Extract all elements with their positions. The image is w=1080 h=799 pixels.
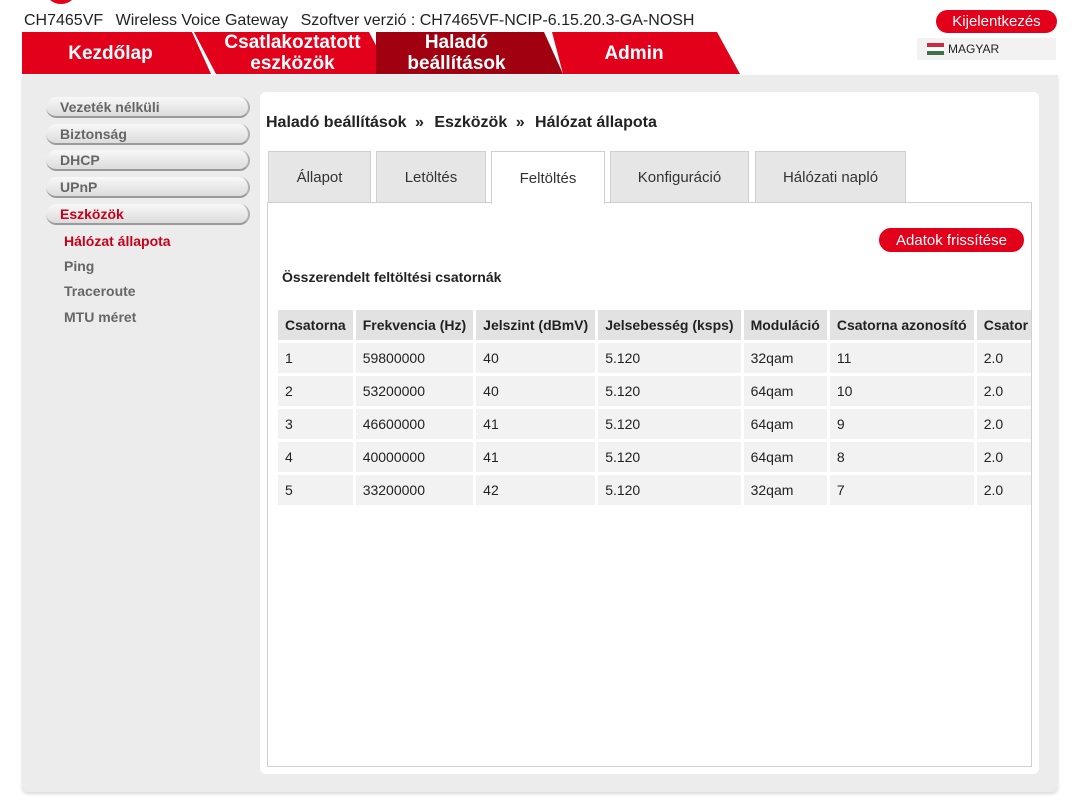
- table-cell: 5.120: [598, 442, 741, 472]
- table-header-row: Csatorna Frekvencia (Hz) Jelszint (dBmV)…: [278, 310, 1031, 340]
- sidebar-sub-mtu-size[interactable]: MTU méret: [64, 309, 136, 325]
- table-cell: 41: [476, 442, 596, 472]
- sidebar-item-security[interactable]: Biztonság: [46, 124, 250, 145]
- language-label: MAGYAR: [948, 42, 1000, 56]
- table-cell: 1: [278, 343, 353, 373]
- sidebar-sub-network-status[interactable]: Hálózat állapota: [64, 233, 171, 249]
- table-cell: 2: [278, 376, 353, 406]
- breadcrumb-advanced[interactable]: Haladó beállítások: [266, 114, 407, 131]
- table-cell: 40000000: [355, 442, 474, 472]
- table-cell: 42: [476, 475, 596, 505]
- table-cell: 7: [829, 475, 974, 505]
- table-cell: 2.0: [976, 475, 1031, 505]
- tab-download[interactable]: Letöltés: [376, 151, 486, 203]
- tab-upload[interactable]: Feltöltés: [491, 151, 605, 204]
- tab-status[interactable]: Állapot: [268, 151, 371, 203]
- sidebar-item-dhcp[interactable]: DHCP: [46, 150, 250, 171]
- table-cell: 5.120: [598, 409, 741, 439]
- tab-configuration[interactable]: Konfiguráció: [610, 151, 749, 203]
- sidebar-item-tools[interactable]: Eszközök: [46, 204, 250, 225]
- table-row: 2 53200000 40 5.120 64qam 10 2.0: [278, 376, 1031, 406]
- table-cell: 9: [829, 409, 974, 439]
- table-cell: 2.0: [976, 442, 1031, 472]
- sidebar-sub-traceroute[interactable]: Traceroute: [64, 283, 136, 299]
- table-cell: 5.120: [598, 376, 741, 406]
- table-cell: 5.120: [598, 343, 741, 373]
- col-channel: Csatorna: [278, 310, 353, 340]
- table-cell: 46600000: [355, 409, 474, 439]
- breadcrumb-current: Hálózat állapota: [535, 114, 657, 131]
- sidebar-sub-ping[interactable]: Ping: [64, 258, 94, 274]
- table-cell: 64qam: [743, 409, 827, 439]
- tab-network-log[interactable]: Hálózati napló: [755, 151, 906, 203]
- breadcrumb-tools[interactable]: Eszközök: [434, 114, 507, 131]
- table-cell: 10: [829, 376, 974, 406]
- col-modulation: Moduláció: [743, 310, 827, 340]
- col-frequency: Frekvencia (Hz): [355, 310, 474, 340]
- breadcrumb-separator: »: [515, 114, 525, 131]
- nav-admin[interactable]: Admin: [552, 32, 740, 74]
- col-power-level: Jelszint (dBmV): [476, 310, 596, 340]
- table-cell: 5.120: [598, 475, 741, 505]
- upload-panel: Adatok frissítése Összerendelt feltöltés…: [267, 202, 1032, 767]
- nav-advanced-settings[interactable]: Haladó beállítások: [376, 32, 563, 74]
- nav-home[interactable]: Kezdőlap: [22, 32, 211, 74]
- language-selector[interactable]: MAGYAR: [917, 38, 1056, 60]
- nav-connected-devices[interactable]: Csatlakoztatott eszközök: [194, 32, 391, 74]
- table-cell: 5: [278, 475, 353, 505]
- table-row: 4 40000000 41 5.120 64qam 8 2.0: [278, 442, 1031, 472]
- table-row: 1 59800000 40 5.120 32qam 11 2.0: [278, 343, 1031, 373]
- hungary-flag-icon: [927, 43, 944, 55]
- table-cell: 32qam: [743, 475, 827, 505]
- sidebar-item-upnp[interactable]: UPnP: [46, 177, 250, 198]
- table-cell: 2.0: [976, 343, 1031, 373]
- table-cell: 3: [278, 409, 353, 439]
- table-cell: 2.0: [976, 376, 1031, 406]
- table-cell: 8: [829, 442, 974, 472]
- section-title: Összerendelt feltöltési csatornák: [282, 269, 502, 285]
- table-row: 5 33200000 42 5.120 32qam 7 2.0: [278, 475, 1031, 505]
- table-cell: 64qam: [743, 442, 827, 472]
- table-cell: 33200000: [355, 475, 474, 505]
- model-name: CH7465VF: [24, 12, 104, 29]
- table-cell: 64qam: [743, 376, 827, 406]
- breadcrumb-separator: »: [414, 114, 424, 131]
- table-cell: 41: [476, 409, 596, 439]
- sidebar-item-wireless[interactable]: Vezeték nélküli: [46, 97, 250, 118]
- table-cell: 4: [278, 442, 353, 472]
- breadcrumb: Haladó beállítások » Eszközök » Hálózat …: [266, 114, 657, 132]
- table-cell: 2.0: [976, 409, 1031, 439]
- table-cell: 40: [476, 376, 596, 406]
- table-row: 3 46600000 41 5.120 64qam 9 2.0: [278, 409, 1031, 439]
- col-channel-type: Csator: [976, 310, 1031, 340]
- table-cell: 11: [829, 343, 974, 373]
- table-cell: 59800000: [355, 343, 474, 373]
- col-symbol-rate: Jelsebesség (ksps): [598, 310, 741, 340]
- brand-logo: [44, 0, 78, 4]
- col-channel-id: Csatorna azonosító: [829, 310, 974, 340]
- refresh-data-button[interactable]: Adatok frissítése: [879, 228, 1024, 252]
- table-cell: 53200000: [355, 376, 474, 406]
- product-name: Wireless Voice Gateway: [115, 12, 289, 29]
- firmware-version: Szoftver verzió : CH7465VF-NCIP-6.15.20.…: [300, 12, 695, 29]
- logout-button[interactable]: Kijelentkezés: [936, 10, 1057, 33]
- header-info: CH7465VF Wireless Voice Gateway Szoftver…: [24, 12, 702, 30]
- upstream-channel-table: Csatorna Frekvencia (Hz) Jelszint (dBmV)…: [275, 307, 1031, 508]
- table-cell: 40: [476, 343, 596, 373]
- table-cell: 32qam: [743, 343, 827, 373]
